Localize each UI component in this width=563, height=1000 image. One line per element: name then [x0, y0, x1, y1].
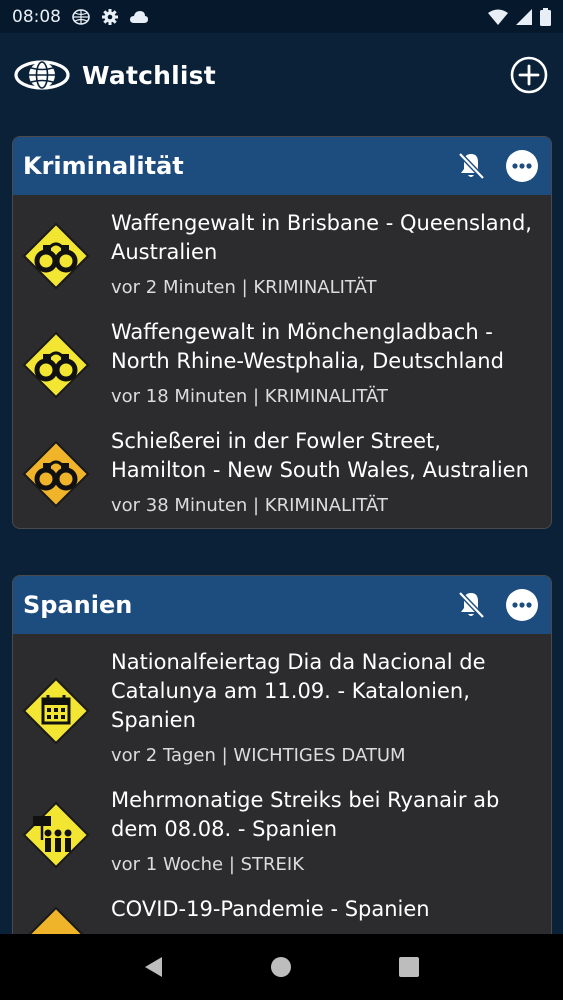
item-meta: vor 1 Woche | STREIK	[111, 854, 305, 875]
page-title: Watchlist	[82, 60, 216, 90]
more-options-icon[interactable]	[505, 588, 539, 622]
wifi-icon	[488, 9, 508, 25]
card-title: Kriminalität	[23, 152, 184, 180]
navigation-bar	[0, 934, 563, 1000]
watchlist-card-kriminalitaet: Kriminalität Waffengewalt in Brisbane - …	[12, 136, 552, 529]
card-title: Spanien	[23, 591, 133, 619]
handcuffs-icon	[22, 222, 90, 290]
home-icon[interactable]	[269, 955, 293, 979]
list-item[interactable]: Waffengewalt in Brisbane - Queensland, A…	[13, 195, 551, 304]
item-meta: vor 2 Minuten | KRIMINALITÄT	[111, 277, 377, 298]
handcuffs-icon	[22, 331, 90, 399]
list-item[interactable]: Mehrmonatige Streiks bei Ryanair ab dem …	[13, 772, 551, 881]
list-item[interactable]: Nationalfeiertag Dia da Nacional de Cata…	[13, 634, 551, 772]
card-header: Kriminalität	[13, 137, 551, 195]
notifications-off-icon[interactable]	[455, 150, 487, 182]
globe-logo-icon	[14, 60, 70, 90]
item-title: Waffengewalt in Mönchengladbach - North …	[111, 320, 504, 373]
item-meta: vor 38 Minuten | KRIMINALITÄT	[111, 495, 388, 516]
handcuffs-icon	[22, 440, 90, 508]
back-icon[interactable]	[142, 955, 166, 979]
status-bar: 08:08	[0, 0, 563, 33]
notifications-off-icon[interactable]	[455, 589, 487, 621]
more-options-icon[interactable]	[505, 149, 539, 183]
item-meta: vor 2 Tagen | WICHTIGES DATUM	[111, 745, 406, 766]
item-title: Schießerei in der Fowler Street, Hamilto…	[111, 429, 529, 482]
item-title: COVID-19-Pandemie - Spanien	[111, 897, 430, 921]
list-item[interactable]: Schießerei in der Fowler Street, Hamilto…	[13, 413, 551, 528]
item-meta: vor 18 Minuten | KRIMINALITÄT	[111, 386, 388, 407]
watchlist-card-spanien: Spanien Nationalfeiertag Dia da Nacional…	[12, 575, 552, 975]
item-title: Mehrmonatige Streiks bei Ryanair ab dem …	[111, 788, 500, 841]
item-title: Waffengewalt in Brisbane - Queensland, A…	[111, 211, 532, 264]
list-item[interactable]: Waffengewalt in Mönchengladbach - North …	[13, 304, 551, 413]
strike-icon	[22, 801, 90, 869]
app-bar: Watchlist	[0, 33, 563, 117]
calendar-icon	[22, 677, 90, 745]
add-circle-icon[interactable]	[509, 55, 549, 95]
signal-icon	[516, 8, 532, 25]
status-time: 08:08	[12, 6, 61, 27]
cloud-icon	[130, 10, 148, 23]
battery-icon	[540, 7, 551, 26]
globe-icon	[72, 8, 90, 25]
item-title: Nationalfeiertag Dia da Nacional de Cata…	[111, 650, 486, 732]
recents-icon[interactable]	[397, 955, 421, 979]
gear-icon	[102, 8, 118, 25]
card-header: Spanien	[13, 576, 551, 634]
